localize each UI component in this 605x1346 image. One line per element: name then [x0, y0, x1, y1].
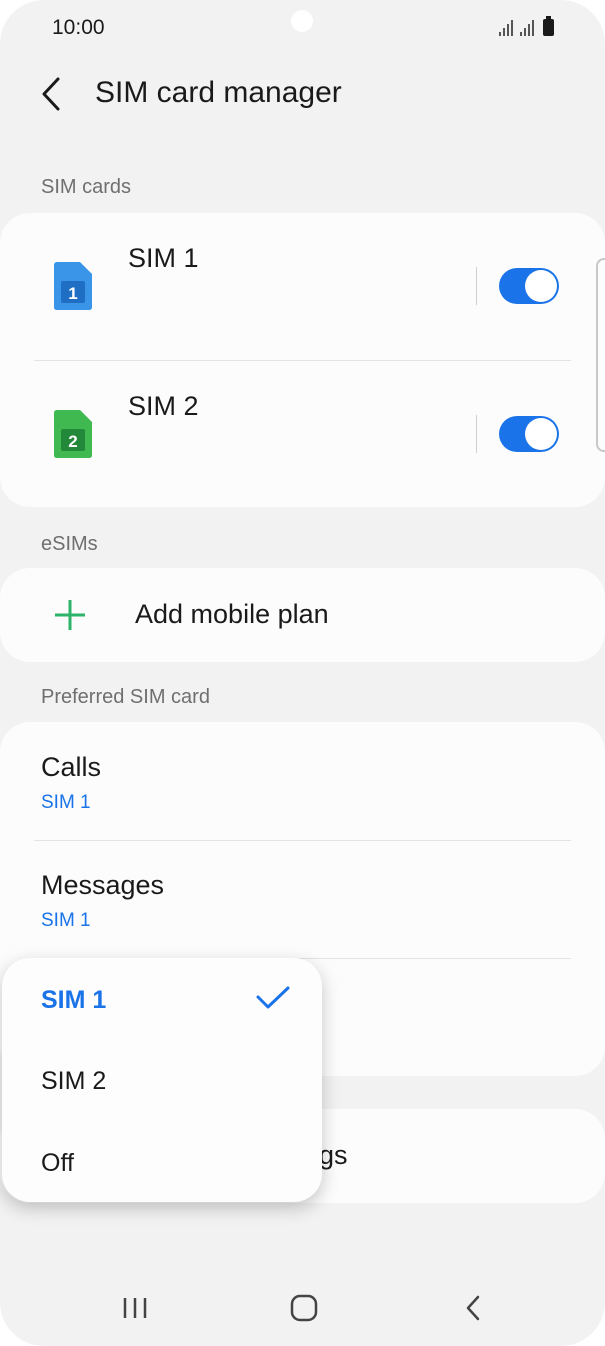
sim-row-1[interactable]: 1 SIM 1: [0, 213, 605, 359]
status-bar: 10:00: [0, 0, 605, 60]
section-label-preferred-sim: Preferred SIM card: [41, 686, 210, 708]
nav-back-icon[interactable]: [463, 1294, 483, 1322]
svg-text:1: 1: [68, 284, 77, 303]
sim-card-icon: 1: [54, 262, 92, 310]
sim-select-popup: SIM 1 SIM 2 Off: [2, 958, 322, 1202]
back-arrow-icon[interactable]: [36, 74, 70, 114]
checkmark-icon: [256, 986, 290, 1009]
sim-1-toggle[interactable]: [499, 268, 559, 304]
add-mobile-plan-button[interactable]: Add mobile plan: [0, 568, 605, 662]
home-icon[interactable]: [290, 1294, 318, 1322]
toggle-knob: [525, 270, 557, 302]
option-label: SIM 2: [41, 1067, 107, 1095]
sim-card-icon: 2: [54, 410, 92, 458]
camera-cutout: [291, 10, 313, 32]
battery-icon: [543, 16, 554, 36]
sim-row-2[interactable]: 2 SIM 2: [0, 361, 605, 507]
signal-icon: [520, 20, 536, 36]
messages-value: SIM 1: [41, 910, 91, 931]
messages-row[interactable]: Messages SIM 1: [0, 841, 605, 958]
option-label: SIM 1: [41, 986, 107, 1014]
sim-cards-card: 1 SIM 1 2 SIM 2: [0, 213, 605, 507]
sim-label: SIM 1: [128, 243, 199, 273]
toggle-knob: [525, 418, 557, 450]
app-header: SIM card manager: [0, 60, 605, 130]
plus-icon: [55, 600, 85, 630]
page-title: SIM card manager: [95, 76, 342, 109]
popup-option-sim-2[interactable]: SIM 2: [2, 1040, 322, 1121]
option-label: Off: [41, 1149, 74, 1177]
navigation-bar: [0, 1266, 605, 1346]
phone-screen: 10:00 SIM card manager SIM cards 1 SIM 1…: [0, 0, 605, 1346]
more-settings-label-partial: gs: [319, 1140, 348, 1170]
sim-2-toggle[interactable]: [499, 416, 559, 452]
signal-icon: [499, 20, 515, 36]
section-label-esims: eSIMs: [41, 533, 98, 555]
calls-value: SIM 1: [41, 792, 91, 813]
add-mobile-plan-label: Add mobile plan: [135, 599, 329, 629]
calls-label: Calls: [41, 752, 102, 782]
popup-option-sim-1[interactable]: SIM 1: [2, 958, 322, 1040]
status-time: 10:00: [52, 16, 105, 39]
divider: [476, 415, 477, 453]
recents-icon[interactable]: [122, 1296, 148, 1320]
section-label-sim-cards: SIM cards: [41, 176, 132, 198]
scroll-indicator: [596, 258, 605, 452]
calls-row[interactable]: Calls SIM 1: [0, 722, 605, 840]
messages-label: Messages: [41, 870, 165, 900]
divider: [476, 267, 477, 305]
svg-text:2: 2: [68, 432, 77, 451]
popup-option-off[interactable]: Off: [2, 1121, 322, 1202]
sim-label: SIM 2: [128, 391, 199, 421]
